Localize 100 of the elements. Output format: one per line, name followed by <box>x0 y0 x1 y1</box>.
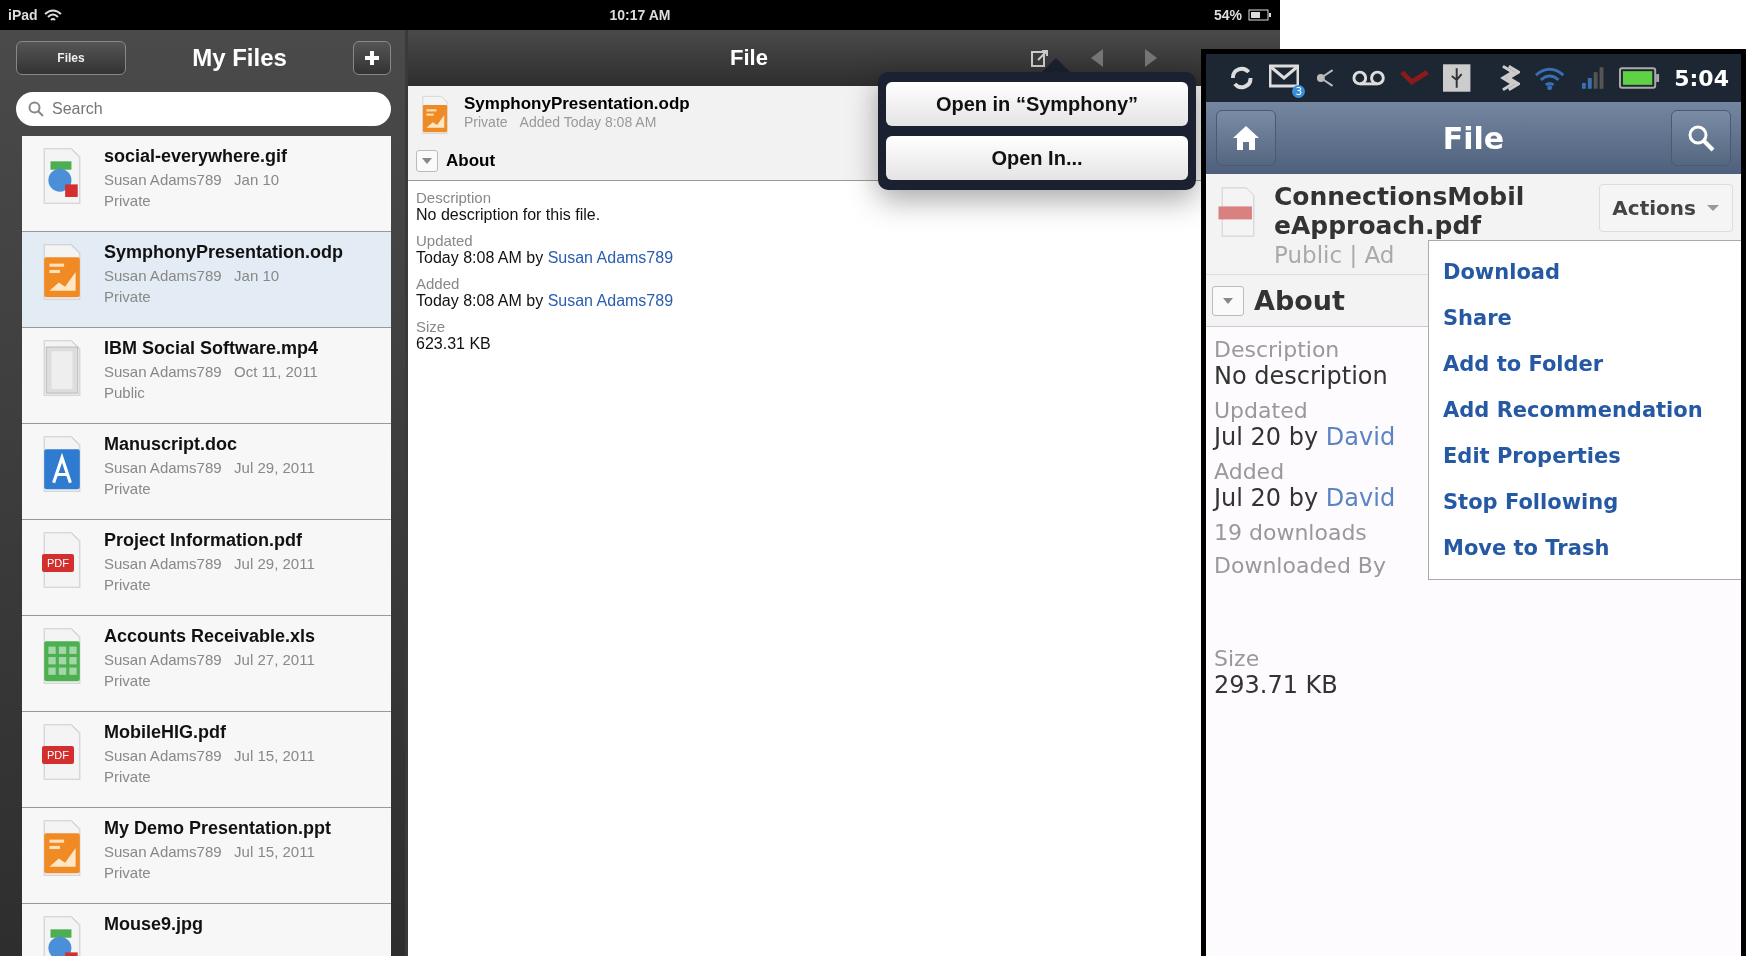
file-owner-date: Susan Adams789 Oct 11, 2011 <box>104 363 319 380</box>
file-visibility: Private <box>104 768 152 785</box>
missed-call-icon <box>1400 68 1430 88</box>
file-title: ConnectionsMobileApproach.pdf <box>1274 182 1526 240</box>
battery-icon <box>1619 67 1661 89</box>
field-label: Description <box>1214 337 1340 362</box>
file-visibility: Private <box>104 192 152 209</box>
file-list-item[interactable]: PDF Project Information.pdf Susan Adams789 Jul 29, 2011 Private <box>22 520 391 616</box>
file-name: Project Information.pdf <box>104 530 303 551</box>
popover-option[interactable]: Open In... <box>886 136 1188 180</box>
mail-count-badge: 3 <box>1292 85 1306 98</box>
field-value: Today 8:08 AM by Susan Adams789 <box>416 249 674 267</box>
home-icon <box>1232 124 1260 152</box>
file-visibility: Private <box>104 576 152 593</box>
menu-item[interactable]: Add Recommendation <box>1429 387 1741 433</box>
field-value: No description for this file. <box>416 206 601 224</box>
file-list-item[interactable]: PDF MobileHIG.pdf Susan Adams789 Jul 15, 2011 Private <box>22 712 391 808</box>
field-value: No description <box>1214 362 1388 390</box>
file-name: IBM Social Software.mp4 <box>104 338 319 359</box>
signal-icon <box>1579 65 1606 91</box>
file-list-item[interactable]: My Demo Presentation.ppt Susan Adams789 Jul 15, 2011 Private <box>22 808 391 904</box>
file-name: Manuscript.doc <box>104 434 238 455</box>
home-button[interactable] <box>1216 110 1276 166</box>
file-list-item[interactable]: SymphonyPresentation.odp Susan Adams789 Jan 10 Private <box>22 232 391 328</box>
clock: 5:04 <box>1674 65 1729 91</box>
file-visibility: Private <box>464 114 508 130</box>
field-label: Updated <box>416 232 473 249</box>
download-count: 19 downloads <box>1214 520 1367 545</box>
file-list-item[interactable]: Accounts Receivable.xls Susan Adams789 Jul 27, 2011 Private <box>22 616 391 712</box>
search-icon <box>28 101 44 117</box>
menu-item[interactable]: Stop Following <box>1429 479 1741 525</box>
battery-icon <box>1248 9 1272 21</box>
file-name: social-everywhere.gif <box>104 146 288 167</box>
file-name: MobileHIG.pdf <box>104 722 227 743</box>
file-name: Mouse9.jpg <box>104 914 203 935</box>
field-value: Jul 20 by David <box>1214 484 1396 512</box>
file-list-item[interactable]: IBM Social Software.mp4 Susan Adams789 Oct 11, 2011 Public <box>22 328 391 424</box>
field-value: Jul 20 by David <box>1214 423 1396 451</box>
file-added: Added Today 8:08 AM <box>519 114 657 130</box>
file-list-item[interactable]: Mouse9.jpg <box>22 904 391 956</box>
file-name: Accounts Receivable.xls <box>104 626 316 647</box>
file-name: My Demo Presentation.ppt <box>104 818 332 839</box>
menu-item[interactable]: Download <box>1429 249 1741 295</box>
previous-icon[interactable] <box>1090 48 1104 68</box>
collapse-toggle[interactable] <box>416 150 438 172</box>
popover-option[interactable]: Open in “Symphony” <box>886 82 1188 126</box>
field-value: 623.31 KB <box>416 335 491 353</box>
section-title: About <box>446 151 496 171</box>
field-label: Downloaded By <box>1214 553 1386 578</box>
field-value: Today 8:08 AM by Susan Adams789 <box>416 292 674 310</box>
search-button[interactable] <box>1671 110 1731 166</box>
user-link[interactable]: David <box>1325 484 1396 512</box>
caret-icon <box>1706 204 1720 212</box>
field-label: Updated <box>1214 398 1308 423</box>
file-owner-date: Susan Adams789 Jul 15, 2011 <box>104 843 316 860</box>
page-title: File <box>729 45 769 71</box>
menu-item[interactable]: Add to Folder <box>1429 341 1741 387</box>
file-meta: Public | Ad <box>1274 242 1396 268</box>
file-owner-date: Susan Adams789 Jan 10 <box>104 171 281 188</box>
share-icon[interactable] <box>1030 48 1050 68</box>
file-visibility: Public <box>104 384 146 401</box>
file-list-item[interactable]: Manuscript.doc Susan Adams789 Jul 29, 2011 Private <box>22 424 391 520</box>
file-visibility: Private <box>104 864 152 881</box>
file-owner-date: Susan Adams789 Jan 10 <box>104 267 281 284</box>
field-label: Description <box>416 189 492 206</box>
menu-item[interactable]: Move to Trash <box>1429 525 1741 571</box>
wifi-icon <box>43 8 62 22</box>
menu-item[interactable]: Edit Properties <box>1429 433 1741 479</box>
menu-item[interactable]: Share <box>1429 295 1741 341</box>
field-label: Added <box>1214 459 1285 484</box>
user-link[interactable]: Susan Adams789 <box>547 249 674 266</box>
add-button[interactable] <box>353 41 391 75</box>
file-owner-date: Susan Adams789 Jul 27, 2011 <box>104 651 316 668</box>
user-link[interactable]: David <box>1325 423 1396 451</box>
search-icon <box>1687 124 1715 152</box>
collapse-toggle[interactable] <box>1212 285 1244 316</box>
field-label: Size <box>1214 646 1260 671</box>
section-title: About <box>1254 285 1345 316</box>
file-owner-date: Susan Adams789 Jul 29, 2011 <box>104 555 315 572</box>
file-visibility: Private <box>104 672 152 689</box>
voicemail-icon <box>1350 68 1387 88</box>
next-icon[interactable] <box>1144 48 1158 68</box>
file-owner-date: Susan Adams789 Jul 29, 2011 <box>104 459 315 476</box>
back-button[interactable]: Files <box>16 41 126 75</box>
field-value: 293.71 KB <box>1214 671 1338 699</box>
user-link[interactable]: Susan Adams789 <box>547 292 674 309</box>
file-title: SymphonyPresentation.odp <box>464 94 690 114</box>
caret-icon <box>1222 296 1234 305</box>
field-label: Added <box>416 275 460 292</box>
battery-percent: 54% <box>1213 7 1242 23</box>
actions-button[interactable]: Actions <box>1599 184 1733 232</box>
usb-icon <box>1443 64 1471 92</box>
file-name: SymphonyPresentation.odp <box>104 242 344 263</box>
presentation-file-icon <box>420 94 450 136</box>
file-visibility: Private <box>104 480 152 497</box>
vibrate-icon <box>1498 64 1521 92</box>
file-visibility: Private <box>104 288 152 305</box>
search-field[interactable]: Search <box>16 92 391 126</box>
caret-icon <box>421 157 433 165</box>
field-label: Size <box>416 318 446 335</box>
